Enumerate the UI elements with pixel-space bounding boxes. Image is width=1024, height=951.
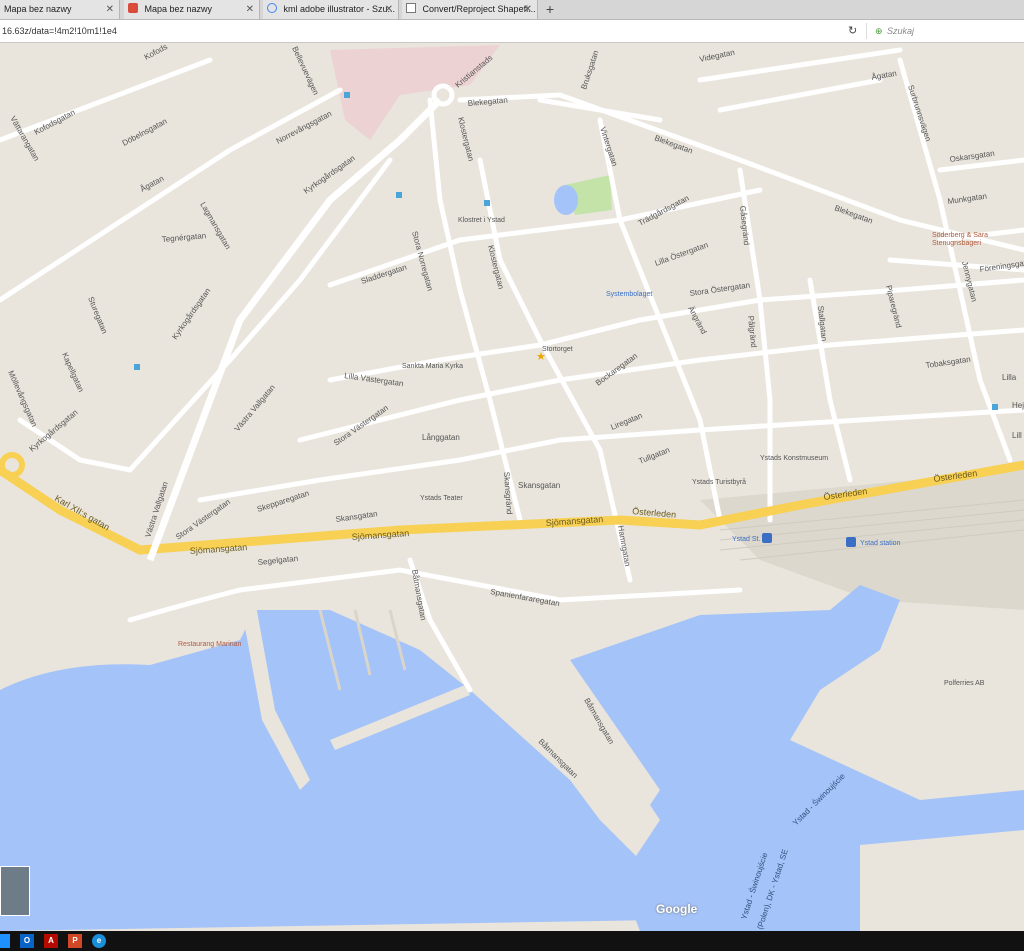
tab-close-icon[interactable]: ✕ <box>524 0 532 19</box>
tab-close-icon[interactable]: ✕ <box>385 0 393 19</box>
reload-icon[interactable]: ↻ <box>848 20 857 42</box>
page-icon <box>406 3 416 13</box>
pier-east <box>860 830 1024 931</box>
bus-stop-icon <box>396 192 402 198</box>
map-canvas[interactable]: Kristianstads Videgatan Kofodsgatan Kofo… <box>0 43 1024 931</box>
poi-systembolaget[interactable]: Systembolaget <box>606 291 652 298</box>
poi-stenugnsbageri[interactable]: Stenugnsbageri <box>932 240 981 247</box>
tab-convert[interactable]: Convert/Reproject Shapefi... ✕ <box>402 0 538 19</box>
google-g-icon <box>267 3 277 13</box>
browser-tab-bar: Mapa bez nazwy ✕ Mapa bez nazwy ✕ kml ad… <box>0 0 1024 20</box>
bus-stop-icon <box>484 200 490 206</box>
acrobat-icon[interactable]: A <box>44 934 58 948</box>
poi-restaurang[interactable]: Restaurang Marinan <box>178 641 242 648</box>
powerpoint-icon[interactable]: P <box>68 934 82 948</box>
tab-close-icon[interactable]: ✕ <box>106 0 114 19</box>
poi-turistbyra[interactable]: Ystads Turistbyrå <box>692 478 746 486</box>
poi-sankta-maria[interactable]: Sankta Maria Kyrka <box>402 363 463 370</box>
street-label: Långgatan <box>422 433 460 442</box>
poi-konstmuseum[interactable]: Ystads Konstmuseum <box>760 455 828 462</box>
windows-taskbar: O A P e <box>0 931 1024 951</box>
tab-label: Convert/Reproject Shapefi... <box>422 4 536 14</box>
train-icon <box>846 537 856 547</box>
search-box[interactable]: ⊕ Szukaj <box>866 23 1024 39</box>
street-label: Lill <box>1012 431 1022 440</box>
street-label: Lilla <box>1002 373 1017 382</box>
maps-pin-icon <box>128 3 138 13</box>
address-bar: 16.63z/data=!4m2!10m1!1e4 ↻ ⊕ Szukaj <box>0 20 1024 43</box>
street-label: Hej <box>1012 401 1024 410</box>
street-label: Skansgatan <box>518 481 560 490</box>
satellite-toggle-thumbnail[interactable] <box>0 866 30 916</box>
bus-stop-icon <box>992 404 998 410</box>
tab-mapa-2[interactable]: Mapa bez nazwy ✕ <box>124 0 260 19</box>
tab-label: Mapa bez nazwy <box>144 4 213 14</box>
poi-ystad-st[interactable]: Ystad St. <box>732 536 760 543</box>
tab-mapa-1[interactable]: Mapa bez nazwy ✕ <box>0 0 120 19</box>
bus-stop-icon <box>344 92 350 98</box>
search-placeholder: Szukaj <box>887 26 915 36</box>
poi-teater[interactable]: Ystads Teater <box>420 495 463 502</box>
poi-stortorget[interactable]: Stortorget <box>542 346 573 353</box>
map-svg: Kristianstads Videgatan Kofodsgatan Kofo… <box>0 43 1024 931</box>
star-icon: ★ <box>536 351 546 363</box>
poi-polferries[interactable]: Polferries AB <box>944 680 985 687</box>
pond <box>554 185 578 215</box>
tab-close-icon[interactable]: ✕ <box>246 0 254 19</box>
train-icon <box>762 533 772 543</box>
outlook-icon[interactable]: O <box>20 934 34 948</box>
url-field[interactable]: 16.63z/data=!4m2!10m1!1e4 <box>2 20 117 42</box>
bus-stop-icon <box>134 364 140 370</box>
google-logo: Google <box>656 902 698 916</box>
new-tab-button[interactable]: + <box>541 0 559 19</box>
tab-kml-search[interactable]: kml adobe illustrator - Szu... ✕ <box>263 0 399 19</box>
poi-soderberg[interactable]: Söderberg & Sara <box>932 232 988 239</box>
tab-label: kml adobe illustrator - Szu... <box>283 4 396 14</box>
windows-start-icon[interactable] <box>0 934 10 948</box>
poi-klostret[interactable]: Klostret i Ystad <box>458 217 505 224</box>
tab-label: Mapa bez nazwy <box>4 4 72 14</box>
internet-explorer-icon[interactable]: e <box>92 934 106 948</box>
search-engine-icon: ⊕ <box>875 26 883 36</box>
poi-ystad-station[interactable]: Ystad station <box>860 540 901 547</box>
